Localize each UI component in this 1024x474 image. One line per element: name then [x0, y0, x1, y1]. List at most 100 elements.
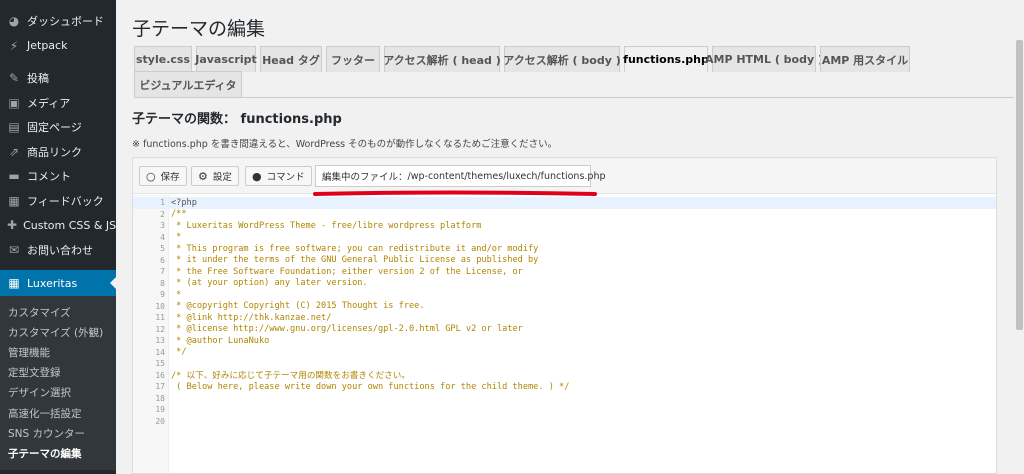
sidebar-item-label: フィードバック — [27, 194, 104, 208]
sidebar-item[interactable]: ⚡ Jetpack — [0, 34, 116, 59]
code-line: 20 — [133, 416, 996, 428]
settings-button[interactable]: ⚙ 設定 — [191, 166, 239, 186]
sidebar-item-label: Custom CSS & JS — [23, 218, 117, 232]
mail-icon: ✉ — [8, 242, 20, 257]
code-text: * — [171, 289, 182, 300]
code-line: 2 /** — [133, 209, 996, 221]
line-number: 15 — [155, 359, 165, 369]
save-label: 保存 — [160, 172, 180, 183]
code-text: * This program is free software; you can… — [171, 243, 539, 254]
submenu-item[interactable]: 子テーマの編集 — [0, 443, 116, 463]
code-text: * it under the terms of the GNU General … — [171, 255, 539, 266]
code-line: 14 */ — [133, 347, 996, 359]
grid-icon: ▦ — [8, 276, 20, 290]
line-number: 9 — [160, 290, 165, 300]
sidebar-item-luxeritas[interactable]: ▦ Luxeritas — [0, 270, 116, 296]
command-button[interactable]: ● コマンド — [245, 166, 312, 186]
jetpack-icon: ⚡ — [9, 38, 19, 53]
tab[interactable]: functions.php — [623, 46, 709, 72]
tab[interactable]: AMP 用スタイル — [820, 46, 910, 72]
line-number: 19 — [155, 405, 165, 415]
settings-label: 設定 — [212, 172, 232, 183]
sidebar-item[interactable]: ✚ Custom CSS & JS — [0, 213, 116, 238]
section-file: functions.php — [240, 112, 342, 127]
line-number: 13 — [155, 336, 165, 346]
page-scrollbar[interactable] — [1014, 0, 1024, 474]
submenu-item[interactable]: SNS カウンター — [0, 423, 116, 443]
link-icon: ⇗ — [8, 144, 20, 159]
tab[interactable]: アクセス解析 ( body ) — [503, 46, 621, 72]
line-number: 16 — [155, 370, 165, 380]
submenu-item[interactable]: 定型文登録 — [0, 363, 116, 383]
line-number: 17 — [155, 382, 165, 392]
warning-notice: ※ functions.php を書き間違えると、WordPress そのものが… — [132, 139, 558, 150]
code-line: 10 * @copyright Copyright (C) 2015 Thoug… — [133, 301, 996, 313]
lightbulb-icon: ● — [252, 169, 262, 183]
line-number: 5 — [160, 244, 165, 254]
sidebar-item[interactable]: ▣ メディア — [0, 91, 116, 116]
tab[interactable]: ビジュアルエディタ — [134, 71, 242, 97]
code-line: 3 * Luxeritas WordPress Theme - free/lib… — [133, 220, 996, 232]
section-title: 子テーマの関数： functions.php — [132, 108, 342, 127]
sidebar-item[interactable]: ▦ フィードバック — [0, 189, 116, 214]
sidebar-item-label: 固定ページ — [27, 121, 82, 135]
scrollbar-thumb[interactable] — [1016, 40, 1023, 330]
sidebar-item-label: ダッシュボード — [27, 15, 104, 29]
sidebar-item[interactable]: ⇗ 商品リンク — [0, 140, 116, 165]
line-number: 8 — [160, 278, 165, 288]
code-area[interactable]: 1 <?php 2/** 3 * Luxeritas WordPress Theme … — [133, 195, 996, 473]
code-text: */ — [171, 347, 187, 358]
sidebar-item[interactable]: ▬ コメント — [0, 164, 116, 189]
sidebar-item-label: お問い合わせ — [27, 243, 93, 257]
code-line: 5 * This program is free software; you c… — [133, 243, 996, 255]
sidebar-submenu: カスタマイズ カスタマイズ (外観) 管理機能 定型文登録 デザイン選択 高速化一括設定 S… — [0, 296, 116, 470]
code-line: 7 * the Free Software Foundation; either… — [133, 266, 996, 278]
submenu-item[interactable]: 管理機能 — [0, 342, 116, 362]
editor-toolbar: ○ 保存 ⚙ 設定 ● コマンド 編集中のファイル： /wp-content/t… — [133, 158, 996, 196]
tab[interactable]: style.css — [134, 46, 192, 72]
code-line: 6 * it under the terms of the GNU Genera… — [133, 255, 996, 267]
sidebar-item[interactable]: ✉ お問い合わせ — [0, 238, 116, 263]
sidebar-item[interactable]: ◕ ダッシュボード — [0, 9, 116, 34]
line-number: 20 — [155, 416, 165, 426]
code-text: * @copyright Copyright (C) 2015 Thought … — [171, 301, 425, 312]
tab[interactable]: アクセス解析 ( head ) — [383, 46, 501, 72]
code-text: * (at your option) any later version. — [171, 278, 368, 289]
sidebar-item[interactable]: ✎ 投稿 — [0, 66, 116, 91]
sidebar-item[interactable]: ▤ 固定ページ — [0, 115, 116, 140]
command-label: コマンド — [266, 172, 305, 183]
tab[interactable]: Head タグ — [260, 46, 322, 72]
submenu-item[interactable]: カスタマイズ — [0, 302, 116, 322]
sidebar-item-label: 商品リンク — [27, 145, 82, 159]
code-text: <?php — [171, 197, 197, 208]
line-number: 10 — [155, 301, 165, 311]
plus-icon: ✚ — [7, 218, 18, 233]
tab[interactable]: Javascript — [195, 46, 257, 72]
file-label: 編集中のファイル： — [322, 172, 408, 183]
page-title: 子テーマの編集 — [132, 18, 266, 40]
submenu-item[interactable]: カスタマイズ (外観) — [0, 322, 116, 342]
line-number: 11 — [155, 313, 165, 323]
line-number: 6 — [160, 255, 165, 265]
code-line: 15 — [133, 358, 996, 370]
tab[interactable]: フッター — [326, 46, 380, 72]
code-text: /* 以下、好みに応じて子テーマ用の関数をお書きください。 — [171, 371, 410, 382]
save-button[interactable]: ○ 保存 — [139, 166, 187, 186]
code-text: * Luxeritas WordPress Theme - free/libre… — [171, 220, 482, 231]
code-line: 8 * (at your option) any later version. — [133, 278, 996, 290]
admin-sidebar: ◕ ダッシュボード ⚡ Jetpack ✎ 投稿 ▣ メディア ▤ 固定ページ ⇗ 商品リンク ▬ コメン… — [0, 0, 116, 474]
code-text: * — [171, 232, 182, 243]
code-text: * @link http://thk.kanzae.net/ — [171, 312, 332, 323]
submenu-item[interactable]: デザイン選択 — [0, 383, 116, 403]
sidebar-item-label: Jetpack — [27, 39, 68, 53]
feedback-icon: ▦ — [8, 193, 20, 208]
tab[interactable]: AMP HTML ( body ) — [705, 46, 823, 72]
code-text: * @author LunaNuko — [171, 335, 270, 346]
submenu-item[interactable]: 高速化一括設定 — [0, 403, 116, 423]
sidebar-item-label: 投稿 — [27, 72, 49, 86]
code-text: ( Below here, please write down your own… — [171, 381, 570, 392]
dashboard-icon: ◕ — [8, 14, 20, 29]
code-line: 17 ( Below here, please write down your … — [133, 381, 996, 393]
code-line: 13 * @author LunaNuko — [133, 335, 996, 347]
line-number: 2 — [160, 209, 165, 219]
